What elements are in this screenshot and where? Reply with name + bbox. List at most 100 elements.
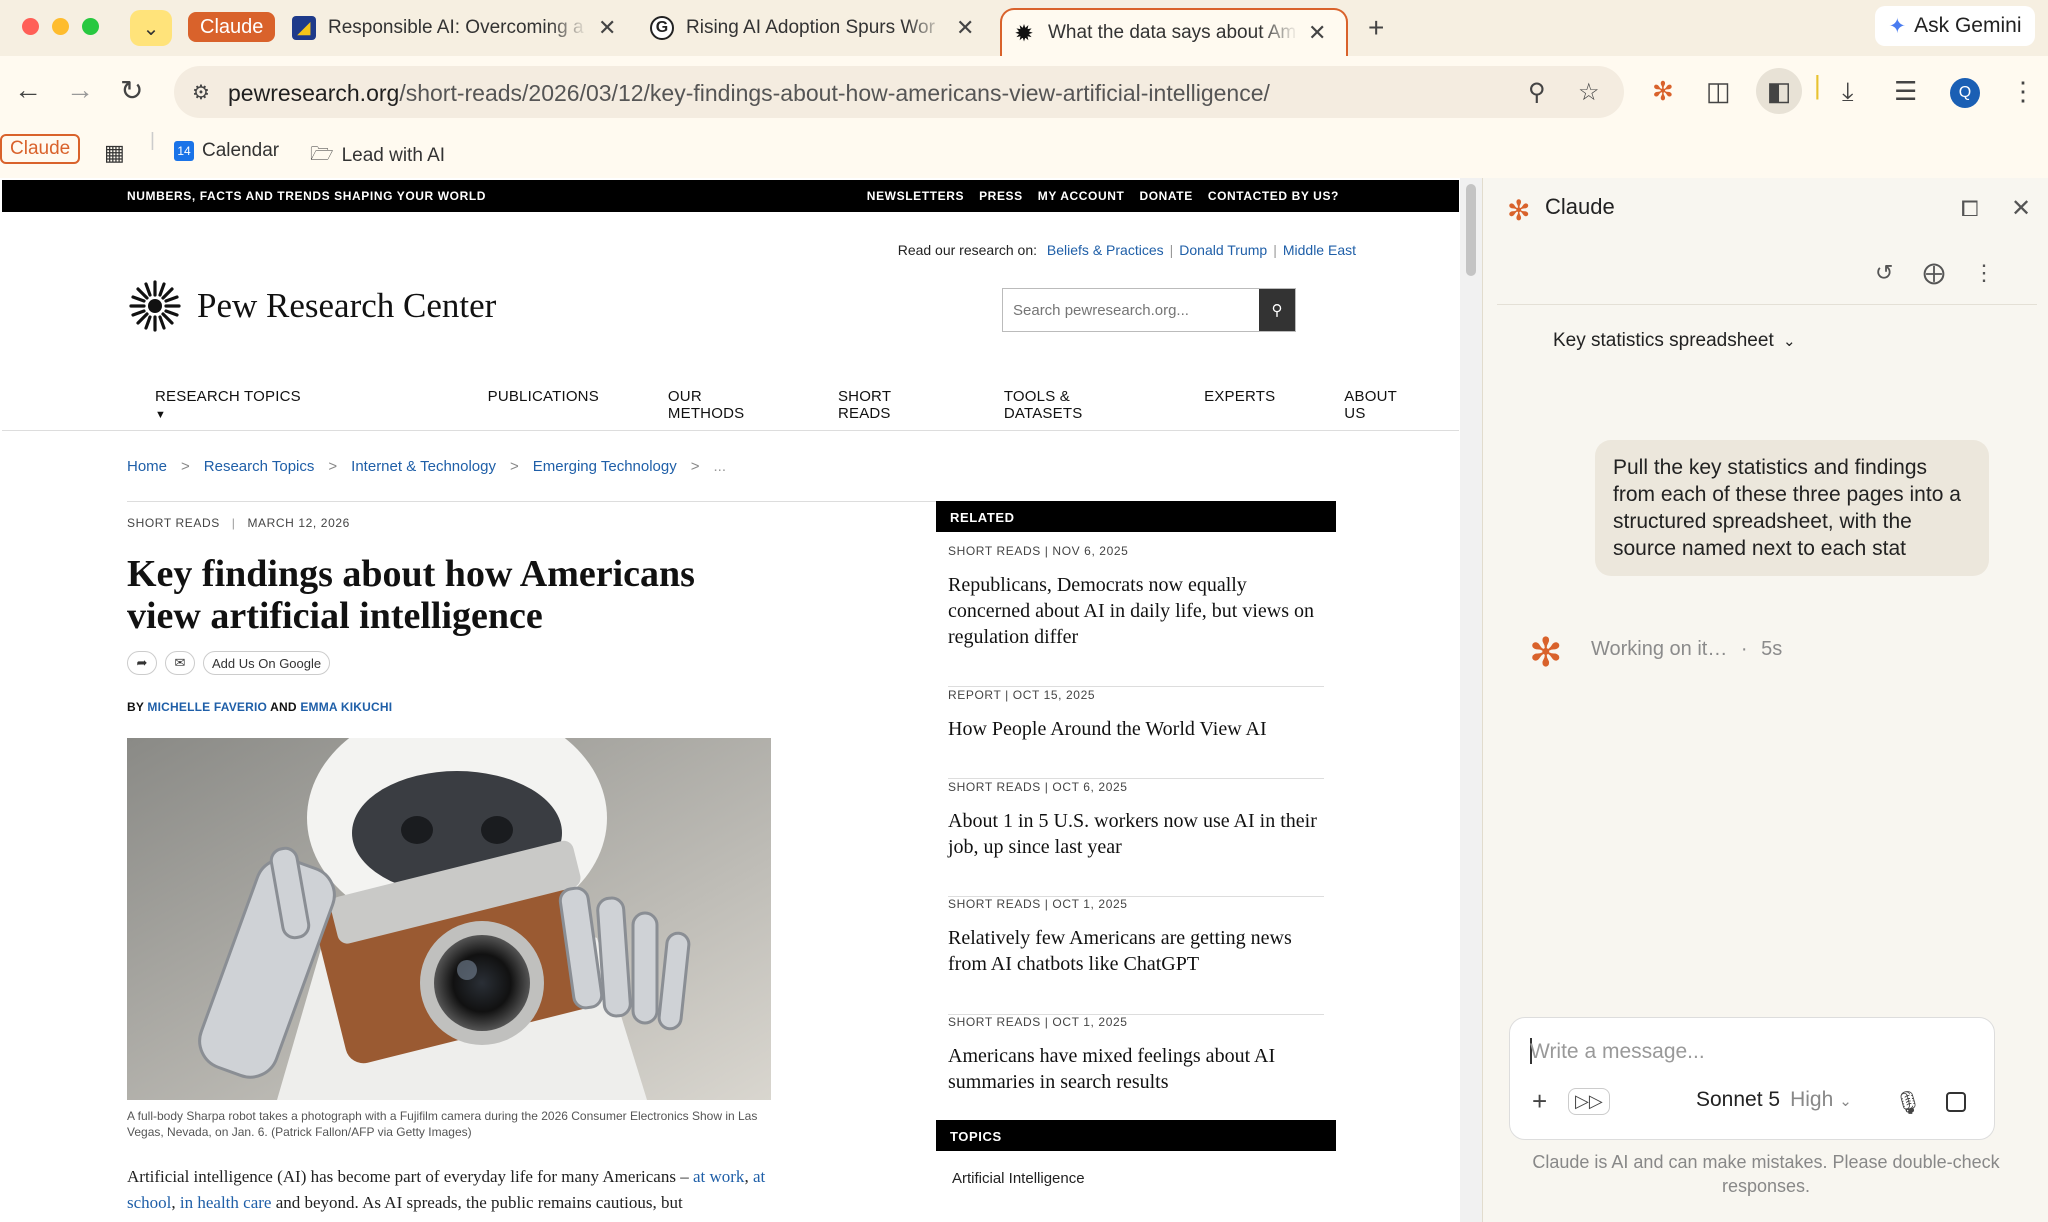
trump-link[interactable]: Donald Trump: [1179, 242, 1267, 258]
media-queue-icon[interactable]: ☰: [1894, 76, 1917, 107]
author-link[interactable]: MICHELLE FAVERIO: [147, 700, 267, 714]
close-panel-icon[interactable]: ✕: [2011, 194, 2031, 223]
beliefs-link[interactable]: Beliefs & Practices: [1047, 242, 1164, 258]
microphone-icon[interactable]: 🎙: [1894, 1090, 1922, 1116]
donate-link[interactable]: DONATE: [1139, 189, 1192, 203]
tab-responsible-ai[interactable]: ◢ Responsible AI: Overcoming a ✕: [292, 8, 616, 48]
related-meta: SHORT READS | OCT 1, 2025: [948, 1015, 1128, 1029]
close-window-button[interactable]: [22, 18, 39, 35]
contacted-link[interactable]: CONTACTED BY US?: [1208, 189, 1339, 203]
close-tab-icon[interactable]: ✕: [1308, 20, 1326, 46]
crumb-emerging-technology[interactable]: Emerging Technology: [533, 458, 677, 475]
topics-heading: TOPICS: [936, 1120, 1336, 1151]
site-settings-icon[interactable]: ⚙: [192, 80, 210, 105]
apps-grid-icon[interactable]: ▦: [104, 140, 125, 166]
email-icon[interactable]: ✉: [165, 651, 195, 675]
minimize-window-button[interactable]: [52, 18, 69, 35]
crumb-ellipsis: ...: [713, 458, 727, 475]
chat-title-dropdown[interactable]: Key statistics spreadsheet ⌄: [1553, 330, 1796, 352]
nav-our-methods[interactable]: OUR METHODS: [668, 388, 769, 422]
bookmark-claude[interactable]: Claude: [0, 134, 81, 164]
add-us-on-google-button[interactable]: Add Us On Google: [203, 651, 331, 675]
history-icon[interactable]: ↺: [1875, 260, 1893, 286]
new-tab-button[interactable]: +: [1368, 12, 1384, 44]
crumb-internet-technology[interactable]: Internet & Technology: [351, 458, 496, 475]
extensions-puzzle-icon[interactable]: ◫: [1706, 76, 1731, 107]
toolbar-divider: |: [1814, 70, 1821, 100]
close-tab-icon[interactable]: ✕: [598, 15, 616, 41]
profile-avatar[interactable]: Q: [1950, 78, 1980, 108]
panel-more-icon[interactable]: ⋮: [1973, 260, 1995, 286]
at-work-link[interactable]: at work: [693, 1167, 744, 1186]
article-photo: [127, 738, 771, 1100]
tab-group-claude[interactable]: Claude: [188, 12, 276, 42]
related-item[interactable]: SHORT READS | OCT 1, 2025 Americans have…: [948, 1015, 1324, 1115]
bookmark-star-icon[interactable]: ☆: [1578, 78, 1600, 107]
scrollbar-thumb[interactable]: [1466, 184, 1476, 276]
back-arrow-icon[interactable]: ←: [14, 74, 42, 106]
ask-gemini-button[interactable]: ✦ Ask Gemini: [1875, 6, 2035, 46]
reload-icon[interactable]: ↻: [120, 74, 143, 107]
close-tab-icon[interactable]: ✕: [956, 15, 974, 41]
tab-rising-ai[interactable]: G Rising AI Adoption Spurs Wor ✕: [650, 8, 974, 48]
related-title[interactable]: Americans have mixed feelings about AI s…: [948, 1043, 1324, 1095]
model-selector[interactable]: Sonnet 5 High ⌄: [1696, 1088, 1852, 1112]
site-logo[interactable]: Pew Research Center: [127, 278, 496, 334]
share-arrow-icon[interactable]: ➦: [127, 651, 157, 675]
related-meta: SHORT READS | OCT 6, 2025: [948, 780, 1128, 794]
bookmark-lead-with-ai[interactable]: 🗁 Lead with AI: [310, 140, 445, 172]
author-link[interactable]: EMMA KIKUCHI: [300, 700, 392, 714]
related-item[interactable]: REPORT | OCT 15, 2025 How People Around …: [948, 688, 1324, 779]
url-text[interactable]: pewresearch.org/short-reads/2026/03/12/k…: [228, 80, 1270, 107]
message-composer[interactable]: Write a message... + ▷▷ Sonnet 5 High ⌄ 🎙: [1509, 1017, 1995, 1140]
tab-title: Responsible AI: Overcoming a: [328, 17, 584, 38]
related-title[interactable]: Relatively few Americans are getting new…: [948, 925, 1324, 977]
breadcrumb: Home > Research Topics > Internet & Technolo…: [127, 458, 727, 475]
forward-arrow-icon[interactable]: →: [66, 74, 94, 106]
related-item[interactable]: SHORT READS | OCT 6, 2025 About 1 in 5 U…: [948, 780, 1324, 897]
nav-tools-datasets[interactable]: TOOLS & DATASETS: [1004, 388, 1135, 422]
press-link[interactable]: PRESS: [979, 189, 1023, 203]
address-bar[interactable]: ⚙ pewresearch.org/short-reads/2026/03/12…: [174, 66, 1624, 118]
status-text: Working on it…: [1591, 638, 1728, 660]
model-name: Sonnet 5: [1696, 1088, 1781, 1111]
nav-experts[interactable]: EXPERTS: [1204, 388, 1275, 422]
nav-publications[interactable]: PUBLICATIONS: [488, 388, 599, 422]
related-item[interactable]: SHORT READS | NOV 6, 2025 Republicans, D…: [948, 544, 1324, 687]
related-title[interactable]: Republicans, Democrats now equally conce…: [948, 572, 1324, 650]
more-menu-icon[interactable]: ⋮: [2010, 76, 2036, 107]
stop-button[interactable]: [1946, 1092, 1966, 1112]
logo-name: Pew Research Center: [197, 286, 497, 325]
in-health-care-link[interactable]: in health care: [180, 1193, 272, 1212]
tools-icon[interactable]: ▷▷: [1568, 1088, 1610, 1115]
message-input[interactable]: Write a message...: [1530, 1040, 1705, 1064]
related-title[interactable]: How People Around the World View AI: [948, 716, 1324, 742]
zoom-search-icon[interactable]: ⚲: [1528, 78, 1546, 107]
related-title[interactable]: About 1 in 5 U.S. workers now use AI in …: [948, 808, 1324, 860]
bookmark-calendar[interactable]: 14 Calendar: [174, 140, 279, 162]
crumb-research-topics[interactable]: Research Topics: [204, 458, 315, 475]
topic-link[interactable]: Artificial Intelligence: [952, 1170, 1085, 1187]
nav-about-us[interactable]: ABOUT US: [1344, 388, 1413, 422]
tab-pew-active[interactable]: ✹ What the data says about Am ✕: [1000, 8, 1348, 56]
my-account-link[interactable]: MY ACCOUNT: [1038, 189, 1125, 203]
download-icon[interactable]: ⤓: [1842, 76, 1854, 108]
side-panel-icon[interactable]: ◧: [1756, 68, 1802, 114]
site-search-input[interactable]: [1003, 289, 1259, 331]
new-chat-icon[interactable]: ⨁: [1923, 260, 1945, 286]
crumb-home[interactable]: Home: [127, 458, 167, 475]
tab-search-button[interactable]: ⌄: [130, 10, 172, 46]
nav-research-topics[interactable]: RESEARCH TOPICS ▼: [155, 388, 419, 422]
search-button[interactable]: ⚲: [1259, 289, 1295, 331]
related-meta: SHORT READS | OCT 1, 2025: [948, 897, 1128, 911]
unpin-icon[interactable]: ⧠: [1961, 196, 1979, 222]
article-kicker[interactable]: SHORT READS: [127, 516, 220, 530]
claude-extension-icon[interactable]: ✻: [1652, 76, 1674, 107]
newsletters-link[interactable]: NEWSLETTERS: [867, 189, 964, 203]
nav-short-reads[interactable]: SHORT READS: [838, 388, 935, 422]
add-attachment-icon[interactable]: +: [1532, 1086, 1547, 1117]
page-scrollbar[interactable]: [1460, 178, 1482, 1222]
middle-east-link[interactable]: Middle East: [1283, 242, 1356, 258]
maximize-window-button[interactable]: [82, 18, 99, 35]
related-item[interactable]: SHORT READS | OCT 1, 2025 Relatively few…: [948, 897, 1324, 1015]
